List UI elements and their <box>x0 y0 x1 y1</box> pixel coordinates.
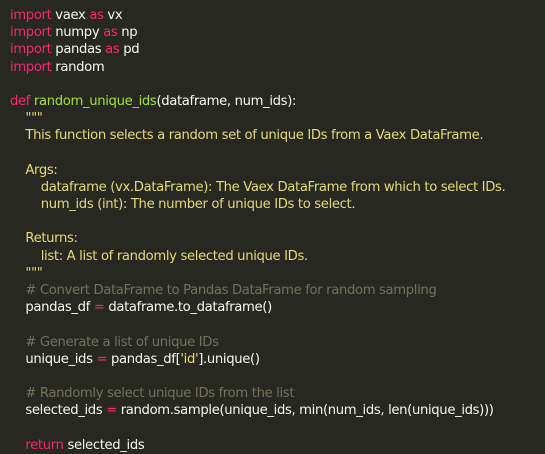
string-token: """ <box>10 111 43 127</box>
keyword-token: import <box>10 8 52 23</box>
keyword-token: def <box>10 93 31 109</box>
code-line: import numpy as np <box>10 24 545 41</box>
keyword-token: = <box>93 300 105 316</box>
keyword-token: import <box>10 59 52 75</box>
code-line: # Convert DataFrame to Pandas DataFrame … <box>10 282 545 299</box>
comment-token: # Randomly select unique IDs from the li… <box>10 386 295 402</box>
code-line: Args: <box>10 162 545 179</box>
code-line: This function selects a random set of un… <box>10 127 545 144</box>
code-line: pandas_df = dataframe.to_dataframe() <box>10 299 545 316</box>
string-token: list: A list of randomly selected unique… <box>10 248 308 264</box>
keyword-token: return <box>25 437 64 453</box>
string-token: num_ids (int): The number of unique IDs … <box>10 197 356 213</box>
code-token: vx <box>103 8 123 23</box>
code-line: # Generate a list of unique IDs <box>10 334 545 351</box>
code-token: pandas_df[ <box>107 351 181 367</box>
code-token: pandas_df <box>10 300 94 316</box>
keyword-token: as <box>103 25 118 41</box>
code-token: random.sample(unique_ids, min(num_ids, l… <box>116 403 494 419</box>
code-token: random <box>51 59 105 75</box>
code-token: numpy <box>51 25 104 41</box>
keyword-token: import <box>10 25 52 41</box>
code-token: unique_ids <box>10 351 97 367</box>
keyword-token: import <box>10 42 52 58</box>
function-name-token: random_unique_ids <box>33 93 157 109</box>
keyword-token: = <box>106 403 117 419</box>
code-lines: import vaex as vx import numpy as np impor… <box>10 7 545 454</box>
code-line: Returns: <box>10 230 545 247</box>
code-token: ].unique() <box>198 351 260 367</box>
code-line: # Randomly select unique IDs from the li… <box>10 385 545 402</box>
code-token: (dataframe, num_ids): <box>156 93 297 109</box>
string-token: """ <box>10 265 43 281</box>
code-token: np <box>117 25 138 41</box>
code-line: num_ids (int): The number of unique IDs … <box>10 196 545 213</box>
code-token: vaex <box>51 8 90 23</box>
code-line: list: A list of randomly selected unique… <box>10 248 545 265</box>
code-token: pandas <box>51 42 106 58</box>
code-token: pd <box>119 42 140 58</box>
keyword-token: as <box>89 8 104 23</box>
code-line: def random_unique_ids(dataframe, num_ids… <box>10 93 545 110</box>
code-line: import pandas as pd <box>10 41 545 58</box>
code-line: """ <box>10 110 545 127</box>
string-token: Returns: <box>10 231 78 247</box>
code-line: import random <box>10 59 545 76</box>
comment-token: # Convert DataFrame to Pandas DataFrame … <box>10 283 437 298</box>
code-token: dataframe.to_dataframe() <box>104 300 272 316</box>
keyword-token: as <box>105 42 120 58</box>
code-editor[interactable]: import vaex as vx import numpy as np impor… <box>0 0 545 453</box>
string-token: Args: <box>10 162 58 178</box>
string-token: dataframe (vx.DataFrame): The Vaex DataF… <box>10 179 506 195</box>
code-line: selected_ids = random.sample(unique_ids,… <box>10 402 545 419</box>
string-token: This function selects a random set of un… <box>10 128 484 144</box>
comment-token: # Generate a list of unique IDs <box>10 334 219 350</box>
code-token: selected_ids <box>10 403 107 419</box>
code-line: return selected_ids <box>10 437 545 454</box>
code-line: unique_ids = pandas_df['id'].unique() <box>10 351 545 368</box>
string-token: 'id' <box>180 351 199 367</box>
code-line: dataframe (vx.DataFrame): The Vaex DataF… <box>10 179 545 196</box>
code-line: """ <box>10 265 545 282</box>
code-token: selected_ids <box>63 437 145 453</box>
keyword-token: = <box>96 351 108 367</box>
code-line: import vaex as vx <box>10 7 545 24</box>
